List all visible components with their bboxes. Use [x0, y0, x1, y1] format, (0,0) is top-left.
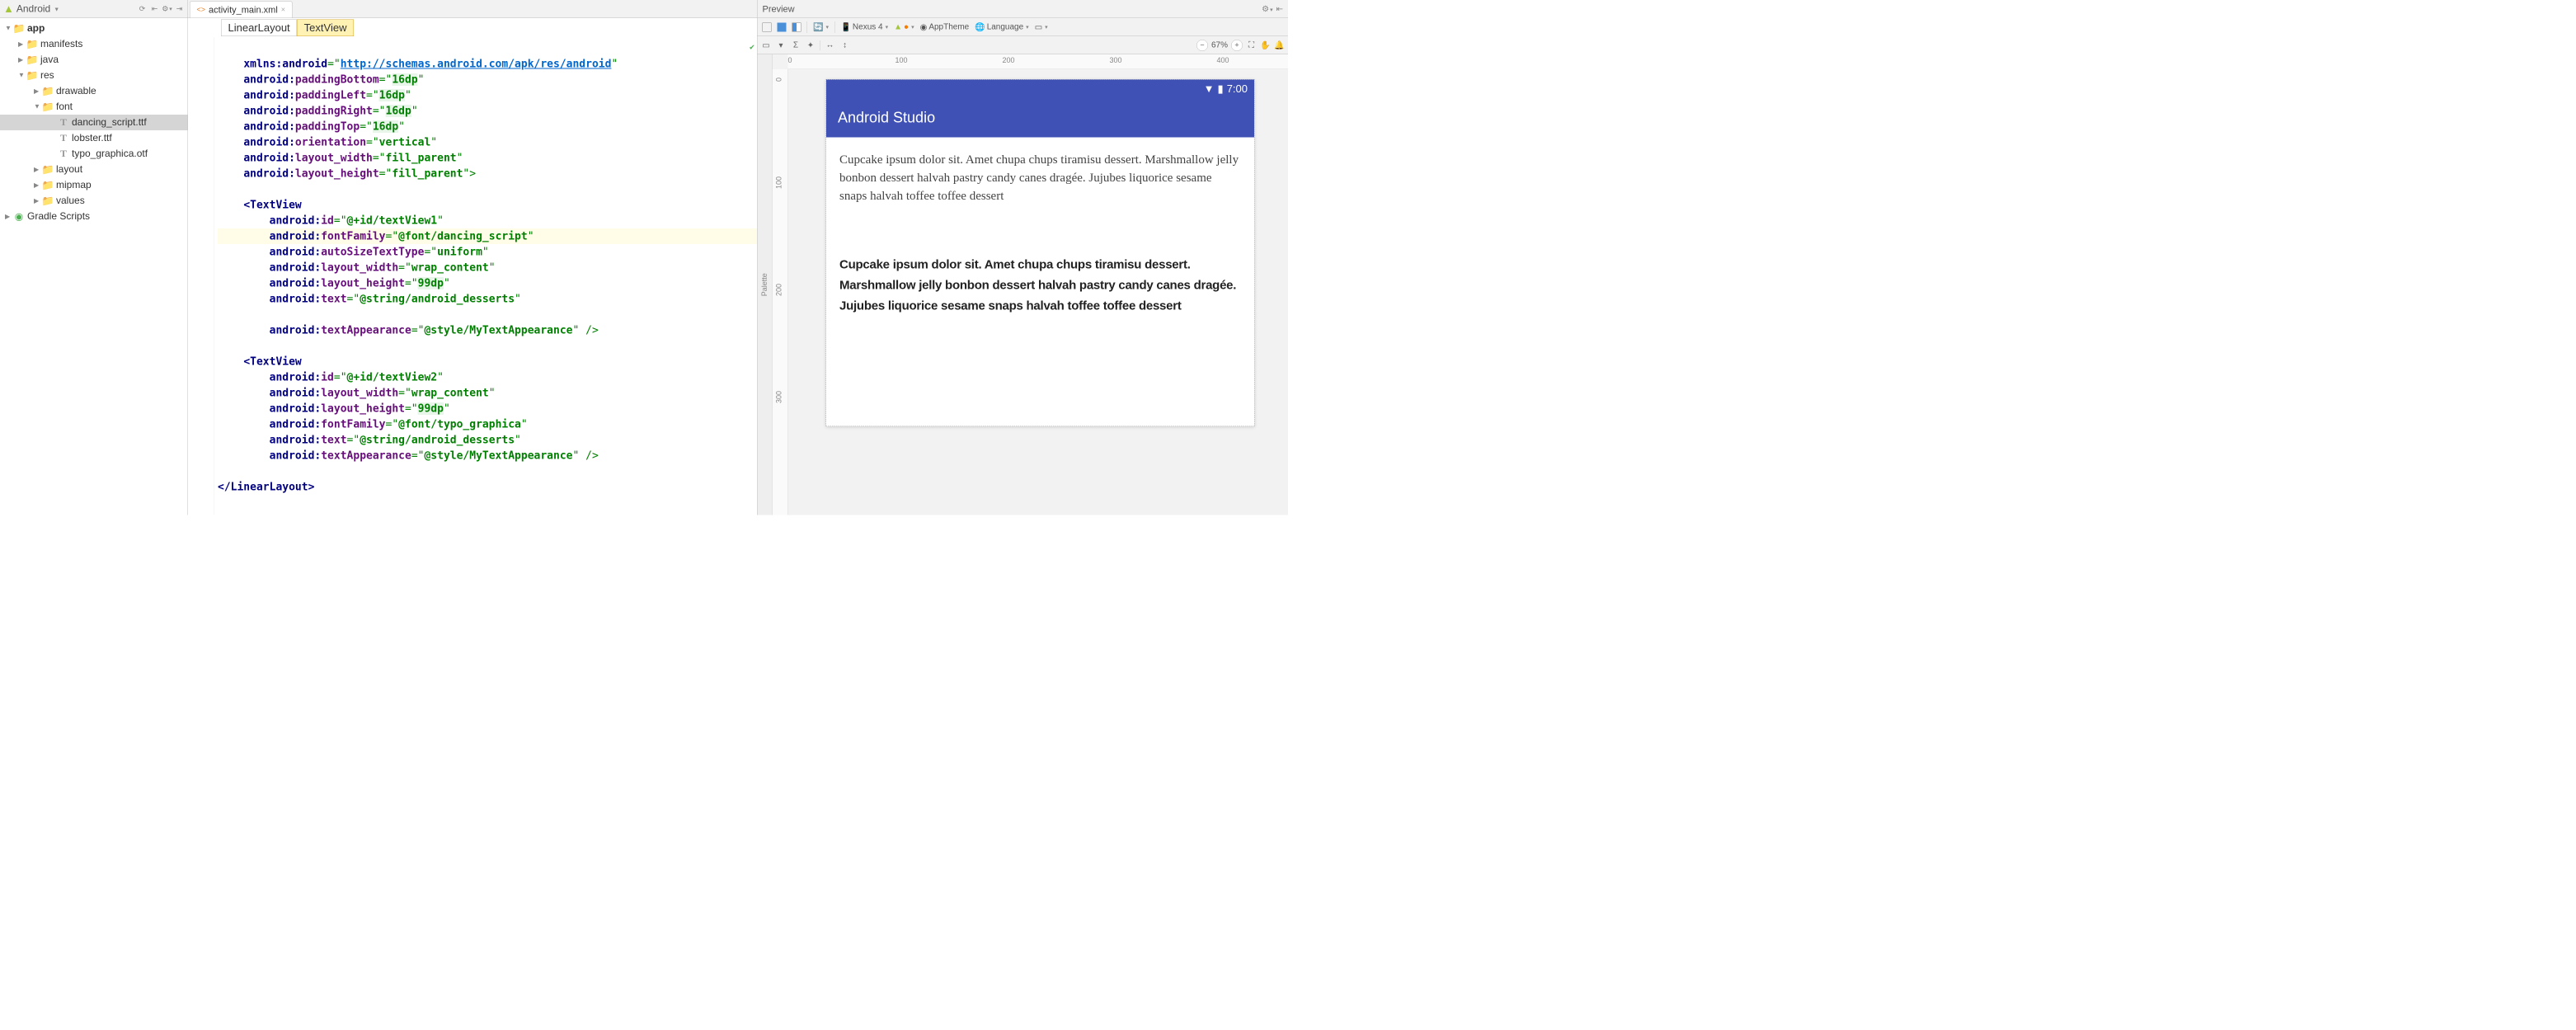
xml-file-icon: <> [197, 6, 206, 15]
textview2-preview[interactable]: Cupcake ipsum dolor sit. Amet chupa chup… [839, 255, 1241, 317]
palette-strip[interactable]: Palette [758, 54, 773, 515]
hide-icon[interactable]: ⇤ [1276, 4, 1283, 15]
select-icon[interactable]: ▭ [761, 40, 772, 50]
android-icon: ▲ [3, 2, 14, 16]
wifi-icon: ▼ [1204, 82, 1215, 96]
preview-config-toolbar: 🔄▾ 📱 Nexus 4▾ ▲●▾ ◉ AppTheme 🌐Language▾ … [758, 18, 1289, 36]
orientation-icon[interactable]: 🔄▾ [811, 21, 830, 34]
expand-h-icon[interactable]: ↔ [825, 40, 835, 50]
preview-header: Preview ⚙▾ ⇤ [758, 0, 1289, 18]
tree-node-drawable[interactable]: ▶📁drawable [0, 83, 188, 99]
gear-icon[interactable]: ⚙▾ [1262, 4, 1272, 15]
gear-icon[interactable]: ⚙▾ [162, 4, 172, 14]
both-icon[interactable] [791, 21, 803, 32]
preview-panel: Preview ⚙▾ ⇤ 🔄▾ 📱 Nexus 4▾ ▲●▾ ◉ AppThem… [757, 0, 1288, 515]
preview-canvas[interactable]: 0 100 200 300 400 0 100 200 300 ▼ ▮ 7 [773, 54, 1289, 515]
editor-panel: <> activity_main.xml × LinearLayout Text… [188, 0, 757, 515]
zoom-fit-icon[interactable]: ⛶ [1246, 40, 1257, 50]
zoom-out-button[interactable]: − [1196, 40, 1208, 51]
preview-tools-toolbar: ▭ ▾ Σ ✦ ↔ ↕ − 67% + ⛶ ✋ 🔔 [758, 36, 1289, 54]
breadcrumb-linearlayout[interactable]: LinearLayout [221, 19, 297, 36]
blueprint-icon[interactable] [776, 21, 788, 32]
ruler-horizontal: 0 100 200 300 400 [788, 54, 1289, 69]
notifications-icon[interactable]: 🔔 [1274, 40, 1285, 50]
device-dropdown[interactable]: 📱 Nexus 4▾ [839, 21, 890, 34]
design-surface-icon[interactable] [761, 21, 773, 32]
api-dropdown[interactable]: ▲●▾ [892, 21, 915, 33]
project-tree[interactable]: ▼📁app ▶📁manifests ▶📁java ▼📁res ▶📁drawabl… [0, 18, 188, 515]
tree-file-lobster[interactable]: Tlobster.ttf [0, 130, 188, 146]
tree-node-font[interactable]: ▼📁font [0, 99, 188, 115]
device-status-bar: ▼ ▮ 7:00 [826, 80, 1254, 98]
battery-icon: ▮ [1218, 82, 1224, 96]
zoom-controls: − 67% + ⛶ ✋ 🔔 [1196, 40, 1285, 51]
preview-canvas-area: Palette 0 100 200 300 400 0 100 200 300 [758, 54, 1289, 515]
breadcrumb: LinearLayout TextView [188, 18, 757, 37]
sync-icon[interactable]: ⟳ [138, 4, 148, 14]
layout-variant-icon[interactable]: ▭▾ [1033, 21, 1050, 34]
device-content: Cupcake ipsum dolor sit. Amet chupa chup… [826, 138, 1254, 426]
project-view-dropdown[interactable]: Android▼ [16, 3, 59, 15]
device-frame[interactable]: ▼ ▮ 7:00 Android Studio Cupcake ipsum do… [826, 79, 1255, 426]
tree-node-app[interactable]: ▼📁app [0, 21, 188, 36]
preview-title: Preview [763, 3, 795, 14]
tree-file-typo-graphica[interactable]: Ttypo_graphica.otf [0, 146, 188, 162]
pan-icon[interactable]: ▾ [776, 40, 787, 50]
close-icon[interactable]: × [281, 6, 285, 15]
pan-hand-icon[interactable]: ✋ [1260, 40, 1271, 50]
language-dropdown[interactable]: 🌐Language▾ [973, 21, 1030, 34]
code-editor[interactable]: ✔ xmlns:android="http://schemas.android.… [188, 37, 757, 515]
editor-tab[interactable]: <> activity_main.xml × [190, 2, 293, 18]
editor-tab-bar: <> activity_main.xml × [188, 0, 757, 18]
breadcrumb-textview[interactable]: TextView [297, 19, 354, 36]
tree-node-manifests[interactable]: ▶📁manifests [0, 36, 188, 52]
expand-v-icon[interactable]: ↕ [839, 40, 850, 50]
tree-node-java[interactable]: ▶📁java [0, 52, 188, 68]
status-time: 7:00 [1227, 82, 1248, 96]
ruler-vertical: 0 100 200 300 [773, 69, 788, 515]
sigma-icon[interactable]: Σ [791, 40, 801, 50]
project-panel: ▲ Android▼ ⟳ ⇤ ⚙▾ ⇥ ▼📁app ▶📁manifests ▶📁… [0, 0, 188, 515]
zoom-in-button[interactable]: + [1231, 40, 1243, 51]
hide-icon[interactable]: ⇥ [175, 4, 185, 14]
app-title: Android Studio [838, 109, 935, 126]
tree-node-mipmap[interactable]: ▶📁mipmap [0, 177, 188, 193]
theme-dropdown[interactable]: ◉ AppTheme [919, 21, 971, 34]
tree-node-values[interactable]: ▶📁values [0, 193, 188, 209]
collapse-icon[interactable]: ⇤ [150, 4, 160, 14]
tree-file-dancing-script[interactable]: Tdancing_script.ttf [0, 115, 188, 130]
tree-node-gradle[interactable]: ▶◉Gradle Scripts [0, 209, 188, 224]
tree-node-res[interactable]: ▼📁res [0, 68, 188, 83]
textview1-preview[interactable]: Cupcake ipsum dolor sit. Amet chupa chup… [839, 151, 1241, 205]
code-area[interactable]: ✔ xmlns:android="http://schemas.android.… [214, 37, 757, 515]
editor-gutter [188, 37, 214, 515]
tree-node-layout[interactable]: ▶📁layout [0, 162, 188, 177]
check-icon: ✔ [750, 39, 754, 54]
tab-filename: activity_main.xml [209, 4, 278, 15]
project-toolbar: ▲ Android▼ ⟳ ⇤ ⚙▾ ⇥ [0, 0, 188, 18]
device-app-bar: Android Studio [826, 98, 1254, 138]
magic-icon[interactable]: ✦ [806, 40, 816, 50]
zoom-value: 67% [1211, 40, 1228, 50]
